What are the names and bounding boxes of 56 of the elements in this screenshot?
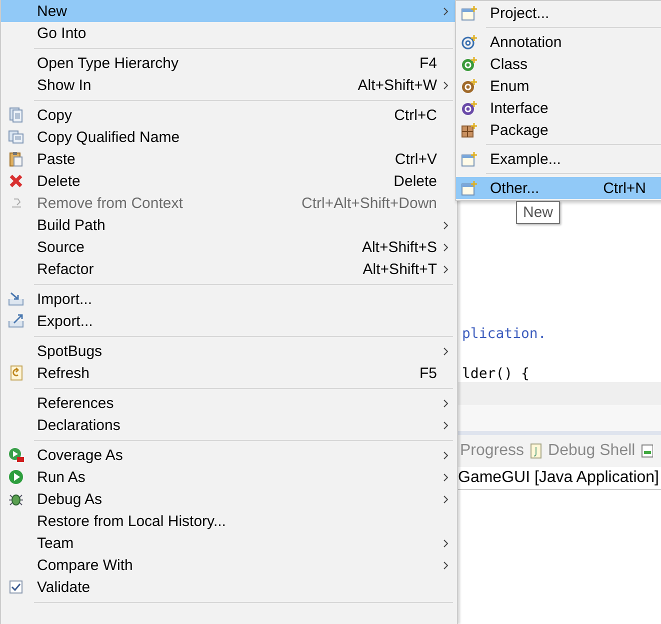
menu-item[interactable]: Import... [1,288,457,310]
checkbox-icon [8,579,24,595]
menu-item[interactable]: Example... [456,148,661,170]
new-wizard-icon [461,151,478,167]
clipboard-icon [8,151,24,167]
menu-item[interactable]: Go Into [1,22,457,44]
menu-item[interactable]: Open Type Hierarchy F4 [1,52,457,74]
menu-item[interactable]: Compare With [1,554,457,576]
menu-item[interactable]: New [1,0,457,22]
enum-icon [461,78,478,94]
menu-item[interactable]: Project... [456,2,661,24]
delete-icon [8,173,24,189]
menu-item[interactable]: Package [456,119,661,141]
menu-item[interactable]: Annotation [456,31,661,53]
menu-item[interactable]: Class [456,53,661,75]
menu-item[interactable]: Declarations [1,414,457,436]
code-text: plication. [462,326,546,342]
code-text: lder() { [462,366,530,382]
console-icon [530,443,542,459]
menu-item[interactable]: Run As [1,466,457,488]
menu-item[interactable]: Enum [456,75,661,97]
console-title: GameGUI [Java Application] [458,469,659,486]
new-wizard-icon [461,180,478,196]
menu-item[interactable]: References [1,392,457,414]
new-wizard-icon [461,5,478,21]
export-icon [8,313,24,329]
menu-item[interactable]: Paste Ctrl+V [1,148,457,170]
copy-icon [8,129,24,145]
menu-item[interactable]: Validate [1,576,457,598]
menu-item[interactable]: Restore from Local History... [1,510,457,532]
menu-item[interactable]: SpotBugs [1,340,457,362]
interface-icon [461,100,478,116]
coverage-icon [8,447,24,463]
menu-item[interactable]: Build Path [1,214,457,236]
import-icon [8,291,24,307]
menu-item[interactable]: Export... [1,310,457,332]
tooltip: New [516,201,560,224]
menu-item[interactable]: Copy Qualified Name [1,126,457,148]
menu-item[interactable]: Other... Ctrl+N [456,177,661,199]
refresh-icon [8,365,24,381]
menu-item[interactable]: Delete Delete [1,170,457,192]
menu-item[interactable]: Show In Alt+Shift+W [1,74,457,96]
run-icon [8,469,24,485]
menu-item[interactable]: Debug As [1,488,457,510]
menu-item[interactable]: Team [1,532,457,554]
menu-item[interactable]: Refactor Alt+Shift+T [1,258,457,280]
annotation-icon [461,34,478,50]
menu-item[interactable]: Copy Ctrl+C [1,104,457,126]
package-icon [461,122,478,138]
menu-item[interactable]: Interface [456,97,661,119]
menu-item[interactable]: Refresh F5 [1,362,457,384]
menu-item[interactable]: Source Alt+Shift+S [1,236,457,258]
view-icon [641,444,654,458]
copy-icon [8,107,24,123]
class-icon [461,56,478,72]
menu-item[interactable]: Coverage As [1,444,457,466]
